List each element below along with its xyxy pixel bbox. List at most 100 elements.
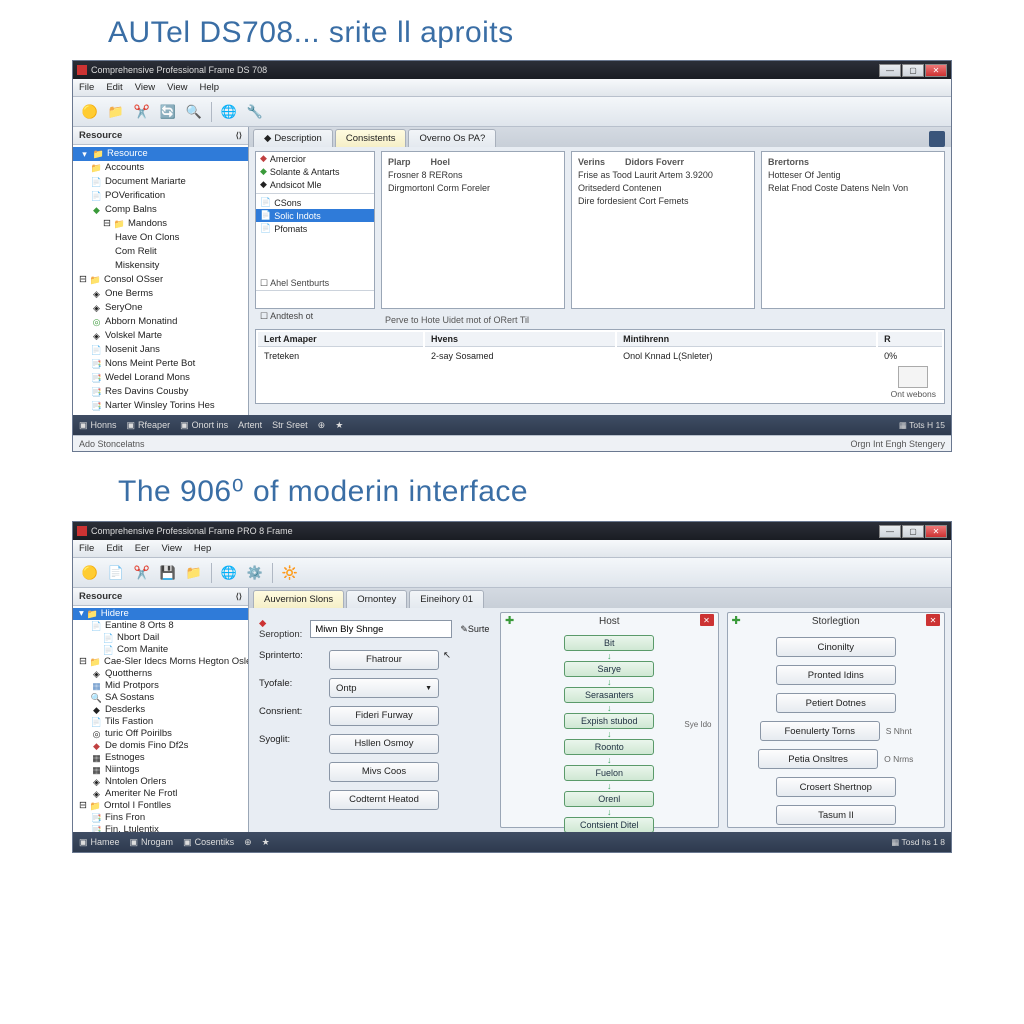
status-icon[interactable]: ★	[262, 837, 270, 848]
tree-item[interactable]: ◈Quottherns	[73, 668, 248, 680]
flow-node[interactable]: Sarye	[564, 661, 654, 677]
status-icon[interactable]: ⊕	[244, 837, 252, 848]
tree-item[interactable]: 📄Com Manite	[73, 644, 248, 656]
status-icon[interactable]: ⊕	[318, 420, 326, 431]
dropdown-tyofale[interactable]: Ontp▼	[329, 678, 439, 698]
tree-item[interactable]: 📄Document Mariarte	[73, 175, 248, 189]
flow-node[interactable]: Serasanters	[564, 687, 654, 703]
tree-item[interactable]: 📄Tils Fastion	[73, 716, 248, 728]
tab-consistents[interactable]: Consistents	[335, 129, 407, 147]
nav-button[interactable]: Petia Onsltres	[758, 749, 878, 769]
tree-item[interactable]: 📑Fin. Ltulentix	[73, 824, 248, 832]
tool-cut-icon[interactable]: ✂️	[131, 101, 153, 123]
tree-item[interactable]: Miskensity	[73, 259, 248, 273]
btn-mivs[interactable]: Mivs Coos	[329, 762, 439, 782]
menu-edit[interactable]: Edit	[106, 82, 122, 93]
tab-gear-icon[interactable]	[929, 131, 945, 147]
tool-config-icon[interactable]: 🔧	[244, 101, 266, 123]
nav-button[interactable]: Petiert Dotnes	[776, 693, 896, 713]
btn-hsllen[interactable]: Hsllen Osmoy	[329, 734, 439, 754]
tree-item[interactable]: ◈Ameriter Ne Frotl	[73, 788, 248, 800]
maximize-button[interactable]: ▢	[902, 64, 924, 77]
tree-item[interactable]: 📑Wedel Lorand Mons	[73, 371, 248, 385]
tree-item[interactable]: 📑Narter Winsley Torins Hes	[73, 399, 248, 413]
col-header[interactable]: Lert Amaper	[258, 332, 423, 347]
status-item[interactable]: ▣ Onort ins	[180, 420, 228, 431]
tree-item[interactable]: 📑Fins Fron	[73, 812, 248, 824]
surte-button[interactable]: ✎Surte	[460, 624, 489, 635]
tree-item[interactable]: 📄Nbort Dail	[73, 632, 248, 644]
titlebar[interactable]: Comprehensive Professional Frame DS 708 …	[73, 61, 951, 79]
menu-file[interactable]: File	[79, 82, 94, 93]
status-item[interactable]: ▣ Cosentiks	[183, 837, 234, 848]
minimize-button[interactable]: —	[879, 525, 901, 538]
tool-open-icon[interactable]: 📁	[105, 101, 127, 123]
maximize-button[interactable]: ▢	[902, 525, 924, 538]
tab-description[interactable]: ◆Description	[253, 129, 333, 147]
tree-item[interactable]: ▦Mid Protpors	[73, 680, 248, 692]
nav-button[interactable]: Tasum Il	[776, 805, 896, 825]
tool-extra-icon[interactable]: 🔆	[279, 562, 301, 584]
tree-item[interactable]: ◆De domis Fino Df2s	[73, 740, 248, 752]
tool-globe-icon[interactable]: 🌐	[218, 101, 240, 123]
tree-item[interactable]: ◆Comp Balns	[73, 203, 248, 217]
tool-gear-icon[interactable]: ⚙️	[244, 562, 266, 584]
nav-button[interactable]: Cinonilty	[776, 637, 896, 657]
close-button[interactable]: ✕	[925, 525, 947, 538]
tree-item[interactable]: 📄POVerification	[73, 189, 248, 203]
status-icon[interactable]: ★	[335, 420, 343, 431]
flow-node[interactable]: Orenl	[564, 791, 654, 807]
status-item[interactable]: Artent	[238, 420, 262, 430]
list-item[interactable]: ◆Solante & Antarts	[256, 165, 374, 178]
menu-file[interactable]: File	[79, 543, 94, 554]
tool-globe-icon[interactable]: 🌐	[218, 562, 240, 584]
tree-item[interactable]: ◆Desderks	[73, 704, 248, 716]
tab-eineihory[interactable]: Eineihory 01	[409, 590, 484, 608]
tool-new-icon[interactable]: 🟡	[79, 101, 101, 123]
tree-root[interactable]: ▾📁Hidere	[73, 608, 248, 620]
tree-item[interactable]: ◈SeryOne	[73, 301, 248, 315]
list-item[interactable]: ◆Amercior	[256, 152, 374, 165]
tree-item[interactable]: ▦Estnoges	[73, 752, 248, 764]
menu-view[interactable]: View	[161, 543, 181, 554]
tab-auvernion[interactable]: Auvernion Slons	[253, 590, 344, 608]
col-header[interactable]: Hvens	[425, 332, 615, 347]
menu-view[interactable]: View	[135, 82, 155, 93]
flow-node[interactable]: Contsient Ditel	[564, 817, 654, 832]
nav-button[interactable]: Pronted Idins	[776, 665, 896, 685]
list-item[interactable]: ◆Andsicot Mle	[256, 178, 374, 191]
tree-root[interactable]: ▾📁Resource	[73, 147, 248, 161]
tree-item[interactable]: 📁Accounts	[73, 161, 248, 175]
status-item[interactable]: ▣ Honns	[79, 420, 117, 431]
nav-button[interactable]: Foenulerty Torns	[760, 721, 880, 741]
close-button[interactable]: ✕	[925, 64, 947, 77]
tree-item[interactable]: ◈Volskel Marte	[73, 329, 248, 343]
tree-item[interactable]: ◈One Berms	[73, 287, 248, 301]
col-header[interactable]: R	[878, 332, 942, 347]
tree-item[interactable]: ⊟📁Mandons	[73, 217, 248, 231]
tool-doc-icon[interactable]: 📄	[105, 562, 127, 584]
col-header[interactable]: Mintihrenn	[617, 332, 876, 347]
tab-overno[interactable]: Overno Os PA?	[408, 129, 496, 147]
tool-new-icon[interactable]: 🟡	[79, 562, 101, 584]
flow-node[interactable]: Roonto	[564, 739, 654, 755]
menu-help[interactable]: Help	[200, 82, 220, 93]
plus-icon[interactable]: ✚	[732, 614, 741, 627]
close-icon[interactable]: ✕	[700, 614, 714, 626]
tool-cut-icon[interactable]: ✂️	[131, 562, 153, 584]
tree-item[interactable]: ◈Nntolen Orlers	[73, 776, 248, 788]
tool-refresh-icon[interactable]: 🔄	[157, 101, 179, 123]
status-item[interactable]: ▣ Hamee	[79, 837, 120, 848]
plus-icon[interactable]: ✚	[505, 614, 514, 627]
flow-node[interactable]: Fuelon	[564, 765, 654, 781]
tree-item[interactable]: 📑Nons Meint Perte Bot	[73, 357, 248, 371]
tool-save-icon[interactable]: 💾	[157, 562, 179, 584]
status-item[interactable]: ▣ Rfeaper	[127, 420, 171, 431]
menu-eer[interactable]: Eer	[135, 543, 150, 554]
tree-item[interactable]: 📄Nosenit Jans	[73, 343, 248, 357]
nav-button[interactable]: Crosert Shertnop	[776, 777, 896, 797]
tree-item[interactable]: Com Relit	[73, 245, 248, 259]
tab-ornontey[interactable]: Ornontey	[346, 590, 407, 608]
tree-item[interactable]: ◎turic Off Poirilbs	[73, 728, 248, 740]
list-item-selected[interactable]: 📄Solic Indots	[256, 209, 374, 222]
